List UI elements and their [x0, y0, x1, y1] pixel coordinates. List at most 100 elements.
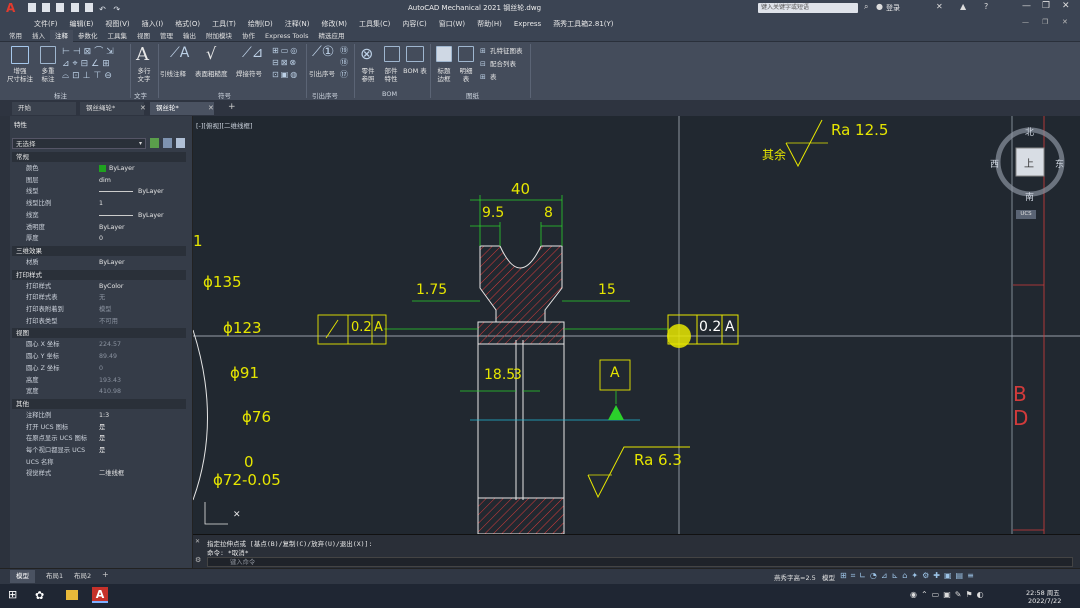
restore-icon[interactable]: ❐ — [1042, 1, 1050, 11]
drawing-canvas[interactable]: [-][俯视][二维线框] 40 9.5 8 1.75 15 18.5 3 ϕ1… — [193, 116, 1080, 534]
panel-label-balloon[interactable]: 引出序号 — [312, 90, 338, 100]
menu-item[interactable]: 格式(O) — [175, 19, 200, 29]
selection-dropdown[interactable]: 无选择 ▾ — [12, 138, 146, 149]
search-input[interactable]: 键入关键字或短语 — [758, 3, 858, 13]
undo-icon[interactable]: ↶ — [99, 5, 107, 14]
title-border-button[interactable]: 标题 边框 — [432, 67, 456, 83]
ribbon-tab[interactable]: 插入 — [27, 30, 50, 42]
open-file-icon[interactable] — [42, 3, 51, 12]
layout-tab-model[interactable]: 模型 — [10, 570, 35, 583]
revision-list-button[interactable]: 明细 表 — [454, 67, 478, 83]
text-height-indicator[interactable]: 燕秀字高=2.5 — [774, 572, 816, 582]
balloon-icon[interactable]: ⟋① — [312, 44, 334, 60]
minimize-icon[interactable]: — — [1022, 1, 1031, 11]
new-file-icon[interactable] — [28, 3, 36, 12]
ribbon-tab[interactable]: 管理 — [155, 30, 178, 42]
menu-item[interactable]: Express — [514, 20, 541, 28]
menu-item[interactable]: 文件(F) — [34, 19, 58, 29]
new-tab-icon[interactable]: + — [228, 102, 236, 112]
property-row[interactable]: 打开 UCS 图标 是 — [12, 422, 186, 433]
tray-icons[interactable]: ◉⌃▭▣✎⚑◐ — [910, 590, 988, 599]
roughness-ra-6-3[interactable]: Ra 6.3 — [634, 451, 682, 469]
left-fragment-text[interactable]: 1 — [193, 232, 203, 250]
fcf-right-datum[interactable]: A — [725, 319, 735, 335]
dim-text-9-5[interactable]: 9.5 — [482, 205, 504, 221]
title-border-icon[interactable] — [436, 46, 452, 62]
redo-icon[interactable]: ↷ — [113, 5, 121, 14]
tab-close-icon[interactable]: ✕ — [208, 104, 214, 112]
ribbon-tab[interactable]: 常用 — [4, 30, 27, 42]
tab-wire-rope-wheel[interactable]: 钢丝绳轮* — [80, 102, 144, 115]
revision-list-icon[interactable] — [458, 46, 474, 62]
property-section-header[interactable]: 其他 — [12, 398, 186, 409]
table-button[interactable]: 表 — [490, 73, 497, 81]
remaining-label[interactable]: 其余 — [762, 146, 786, 163]
surface-texture-icon[interactable]: √ — [206, 44, 216, 63]
fcf-left-value[interactable]: 0.2 — [351, 320, 372, 335]
menu-item[interactable]: 编辑(E) — [70, 19, 94, 29]
mtext-button[interactable]: 多行 文字 — [132, 67, 156, 83]
property-row[interactable]: 打印表类型 不可用 — [12, 316, 186, 327]
search-icon[interactable]: ⌕ — [864, 2, 868, 12]
start-icon[interactable]: ⊞ — [8, 589, 20, 601]
property-row[interactable]: 打印样式 ByColor — [12, 281, 186, 292]
balloon-tools-grid[interactable]: ⑲⑱⑰ — [340, 45, 348, 81]
smart-dimension-button[interactable]: 增强 尺寸标注 — [2, 67, 38, 83]
dim-text-1-75[interactable]: 1.75 — [416, 282, 447, 298]
mtext-icon[interactable]: A — [136, 44, 149, 65]
panel-label-symbol[interactable]: 符号 — [218, 90, 231, 100]
help-button[interactable]: ? — [984, 2, 988, 11]
property-row[interactable]: 打印表附着到 模型 — [12, 304, 186, 315]
balloon-button[interactable]: 引出序号 — [306, 70, 338, 78]
property-row[interactable]: 高度 193.43 — [12, 375, 186, 386]
fcf-left-datum[interactable]: A — [374, 320, 383, 335]
toggle-pickadd-icon[interactable] — [150, 138, 159, 148]
plot-icon[interactable] — [84, 3, 93, 12]
property-row[interactable]: 每个视口都显示 UCS 是 — [12, 445, 186, 456]
cart-icon[interactable]: ✕ — [936, 2, 943, 11]
a360-icon[interactable]: ▲ — [960, 2, 966, 11]
part-attributes-icon[interactable] — [384, 46, 400, 62]
symbol-tools-grid[interactable]: ⊞▭◎ ⊟⊠⊗ ⊡▣◍ — [272, 45, 306, 81]
select-objects-icon[interactable] — [163, 138, 172, 148]
ribbon-tab[interactable]: 精选应用 — [313, 30, 349, 42]
file-explorer-icon[interactable] — [66, 590, 78, 600]
command-input[interactable]: 键入命令 — [207, 557, 1073, 567]
diameter-135[interactable]: ϕ135 — [203, 273, 242, 291]
weld-symbol-icon[interactable]: ⟋⊿ — [242, 45, 264, 61]
tolerance-upper[interactable]: 0 — [244, 453, 254, 471]
menu-item[interactable]: 内容(C) — [402, 19, 426, 29]
dim-text-40[interactable]: 40 — [511, 180, 530, 198]
model-space-button[interactable]: 模型 — [822, 572, 835, 582]
fit-list-icon[interactable]: ⊟ — [480, 60, 486, 68]
multi-dimension-button[interactable]: 多重 标注 — [34, 67, 62, 83]
clock-time[interactable]: 22:58 周五 — [1026, 587, 1060, 597]
tab-close-icon[interactable]: ✕ — [140, 104, 146, 112]
property-section-header[interactable]: 视图 — [12, 328, 186, 339]
doc-minimize-icon[interactable]: — — [1022, 18, 1029, 26]
menu-item[interactable]: 工具(T) — [212, 19, 236, 29]
ribbon-tab[interactable]: Express Tools — [260, 30, 313, 42]
property-row[interactable]: 宽度 410.98 — [12, 386, 186, 397]
surface-texture-button[interactable]: 表面粗糙度 — [195, 70, 237, 78]
property-row[interactable]: 注释比例 1:3 — [12, 410, 186, 421]
ribbon-tab[interactable]: 附加模块 — [201, 30, 237, 42]
viewcube-south[interactable]: 南 — [1025, 190, 1034, 203]
status-tool-icons[interactable]: ⊞⌗∟◔⊿⊾⌂✦⚙✚▣▤≡ — [840, 571, 978, 581]
ribbon-tab[interactable]: 工具集 — [103, 30, 133, 42]
property-row[interactable]: 圆心 X 坐标 224.57 — [12, 339, 186, 350]
hole-chart-icon[interactable]: ⊞ — [480, 47, 486, 55]
command-wrench-icon[interactable]: ⚙ — [195, 556, 201, 564]
property-section-header[interactable]: 打印样式 — [12, 269, 186, 280]
save-as-icon[interactable] — [70, 3, 79, 12]
property-row[interactable]: 颜色 ByLayer — [12, 163, 186, 174]
autocad-taskbar-icon[interactable]: A — [92, 587, 108, 603]
property-row[interactable]: 打印样式表 无 — [12, 292, 186, 303]
panel-label-bom[interactable]: BOM — [382, 90, 397, 98]
menu-item[interactable]: 插入(I) — [142, 19, 164, 29]
menu-item[interactable]: 修改(M) — [321, 19, 347, 29]
dimension-tools-grid[interactable]: ⊢⊣⊠⌒⇲ ⊿⌖⊟∠⊞ ⌓⊡⊥⊤⊖ — [62, 46, 126, 84]
property-row[interactable]: 在原点显示 UCS 图标 是 — [12, 433, 186, 444]
datum-letter[interactable]: A — [610, 365, 620, 381]
menu-item[interactable]: 绘制(D) — [248, 19, 273, 29]
